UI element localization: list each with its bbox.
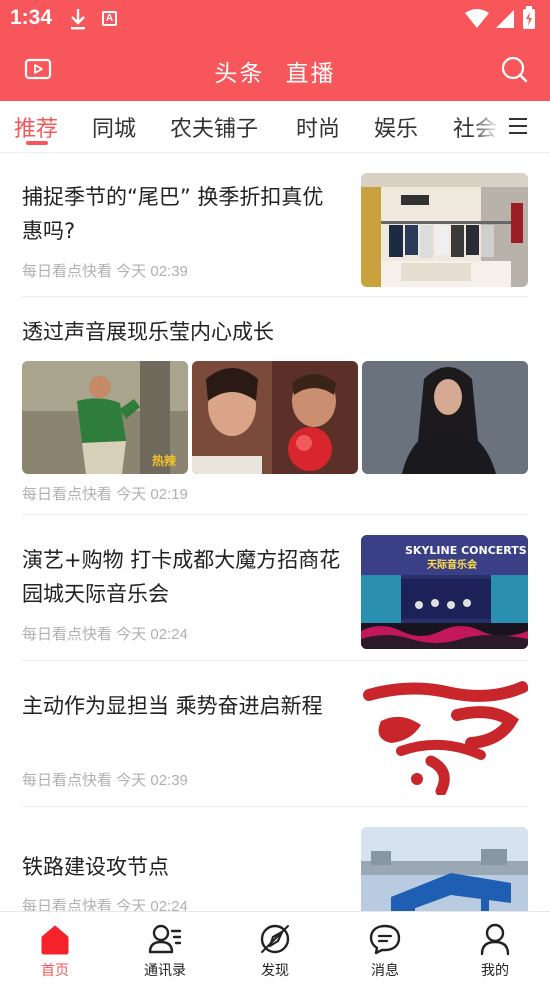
category-menu-icon[interactable] xyxy=(500,101,550,151)
svg-text:热辣: 热辣 xyxy=(152,453,177,468)
article-time: 今天 02:39 xyxy=(116,263,188,280)
nav-contacts[interactable]: 通讯录 xyxy=(110,912,220,984)
article-time: 今天 02:19 xyxy=(116,486,188,503)
article-source: 每日看点快看 xyxy=(22,626,113,643)
article-meta: 每日看点快看 今天 02:39 xyxy=(22,769,188,790)
nav-label: 首页 xyxy=(41,963,69,979)
category-bar: 推荐 同城 农夫铺子 时尚 娱乐 社会 xyxy=(0,101,550,153)
article-title: 演艺+购物 打卡成都大魔方招商花园城天际音乐会 xyxy=(22,548,341,606)
nav-home[interactable]: 首页 xyxy=(0,912,110,984)
article-thumbnail xyxy=(361,173,528,287)
home-icon xyxy=(41,925,69,955)
status-bar: 1:34 A xyxy=(0,0,550,38)
article-thumbnail xyxy=(361,827,528,911)
nav-label: 我的 xyxy=(481,963,509,979)
category-recommend[interactable]: 推荐 xyxy=(14,111,58,143)
divider xyxy=(22,514,528,515)
bottom-nav: 首页 通讯录 发现 消息 我的 xyxy=(0,911,550,984)
category-fashion[interactable]: 时尚 xyxy=(296,111,340,143)
category-fade xyxy=(470,101,500,151)
article-title: 主动作为显担当 乘势奋进启新程 xyxy=(22,694,323,718)
app-header: 头条 直播 xyxy=(0,38,550,101)
active-category-indicator xyxy=(26,141,48,145)
nav-label: 通讯录 xyxy=(144,963,186,979)
header-tabs: 头条 直播 xyxy=(0,54,550,88)
search-icon[interactable] xyxy=(500,55,528,83)
article-meta: 每日看点快看 今天 02:19 xyxy=(22,483,188,504)
tab-headlines[interactable]: 头条 xyxy=(214,61,264,87)
article-source: 每日看点快看 xyxy=(22,486,113,503)
article-image-2 xyxy=(192,361,358,474)
article-item[interactable]: 捕捉季节的“尾巴” 换季折扣真优惠吗? 每日看点快看 今天 02:39 xyxy=(22,173,528,290)
nav-discover[interactable]: 发现 xyxy=(220,912,330,984)
notification-a-icon: A xyxy=(102,11,117,26)
article-time: 今天 02:24 xyxy=(116,626,188,643)
article-thumbnail: SKYLINE CONCERTS 天际音乐会 xyxy=(361,535,528,649)
article-title: 捕捉季节的“尾巴” 换季折扣真优惠吗? xyxy=(22,185,324,243)
article-title: 透过声音展现乐莹内心成长 xyxy=(22,320,274,344)
article-time: 今天 02:24 xyxy=(116,898,188,911)
article-meta: 每日看点快看 今天 02:24 xyxy=(22,895,188,911)
article-meta: 每日看点快看 今天 02:24 xyxy=(22,623,188,644)
article-image-3 xyxy=(362,361,528,474)
article-item[interactable]: 主动作为显担当 乘势奋进启新程 每日看点快看 今天 02:39 xyxy=(22,681,528,803)
nav-label: 消息 xyxy=(371,963,399,979)
contacts-icon xyxy=(148,924,182,954)
article-thumbnail xyxy=(361,681,528,795)
article-item[interactable]: 演艺+购物 打卡成都大魔方招商花园城天际音乐会 每日看点快看 今天 02:24 … xyxy=(22,535,528,657)
news-feed: 捕捉季节的“尾巴” 换季折扣真优惠吗? 每日看点快看 今天 02:39 透过声音… xyxy=(0,153,550,911)
article-title: 铁路建设攻节点 xyxy=(22,855,169,879)
article-time: 今天 02:39 xyxy=(116,772,188,789)
status-time: 1:34 xyxy=(10,6,53,29)
category-local[interactable]: 同城 xyxy=(92,111,136,143)
category-farmer-shop[interactable]: 农夫铺子 xyxy=(170,111,258,143)
download-icon xyxy=(71,9,85,30)
concert-title-cn: 天际音乐会 xyxy=(427,558,477,571)
discover-icon xyxy=(260,924,290,954)
nav-messages[interactable]: 消息 xyxy=(330,912,440,984)
status-indicators-icon xyxy=(465,6,535,29)
profile-icon xyxy=(480,923,510,956)
article-source: 每日看点快看 xyxy=(22,263,113,280)
article-source: 每日看点快看 xyxy=(22,772,113,789)
divider xyxy=(22,806,528,807)
article-source: 每日看点快看 xyxy=(22,898,113,911)
nav-profile[interactable]: 我的 xyxy=(440,912,550,984)
message-icon xyxy=(369,924,401,955)
divider xyxy=(22,660,528,661)
article-item[interactable]: 透过声音展现乐莹内心成长 热辣 每日看点快看 今天 02:19 xyxy=(22,315,528,505)
concert-title-en: SKYLINE CONCERTS xyxy=(405,544,527,557)
nav-label: 发现 xyxy=(261,963,289,979)
article-item[interactable]: 铁路建设攻节点 每日看点快看 今天 02:24 xyxy=(22,827,528,911)
divider xyxy=(22,296,528,297)
article-image-1: 热辣 xyxy=(22,361,188,474)
article-meta: 每日看点快看 今天 02:39 xyxy=(22,260,188,281)
tab-live[interactable]: 直播 xyxy=(286,61,336,87)
category-entertainment[interactable]: 娱乐 xyxy=(374,111,418,143)
